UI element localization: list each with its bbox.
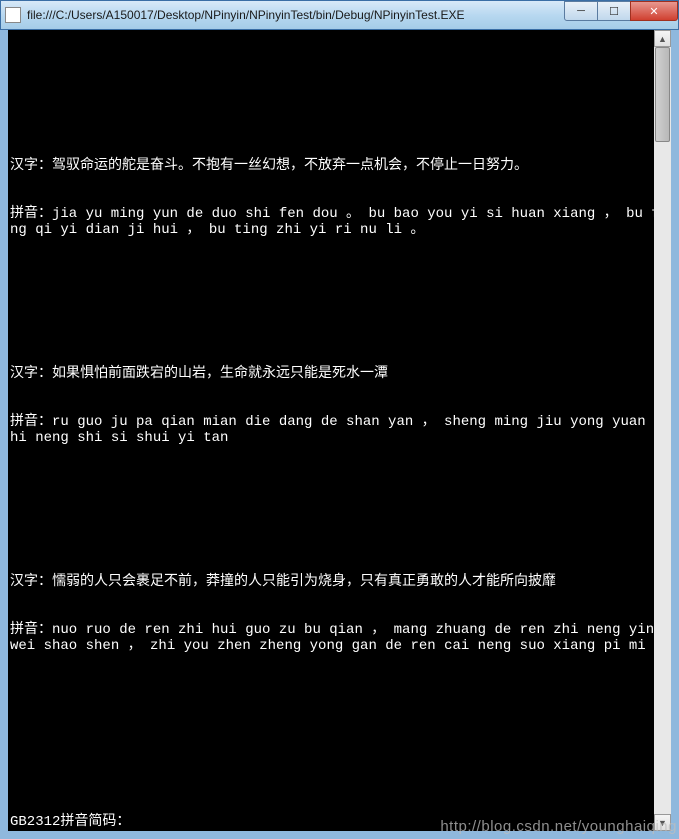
app-icon (5, 7, 21, 23)
scroll-track[interactable] (654, 47, 671, 814)
pinyin-line: 拼音：nuo ruo de ren zhi hui guo zu bu qian… (10, 622, 669, 654)
hanzi-line: 汉字：懦弱的人只会裹足不前，莽撞的人只能引为烧身，只有真正勇敢的人才能所向披靡 (10, 574, 669, 590)
window-controls: ─ ☐ ✕ (565, 1, 678, 21)
maximize-button[interactable]: ☐ (597, 1, 631, 21)
sentence-block: 汉字：懦弱的人只会裹足不前，莽撞的人只能引为烧身，只有真正勇敢的人才能所向披靡 … (10, 542, 669, 686)
scroll-down-button[interactable]: ▼ (654, 814, 671, 831)
pinyin-text: nuo ruo de ren zhi hui guo zu bu qian ， … (10, 622, 663, 654)
window-titlebar: file:///C:/Users/A150017/Desktop/NPinyin… (0, 0, 679, 30)
pinyin-label: 拼音： (10, 622, 52, 638)
pinyin-line: 拼音：jia yu ming yun de duo shi fen dou 。 … (10, 206, 669, 238)
pinyin-label: 拼音： (10, 414, 52, 430)
pinyin-line: 拼音：ru guo ju pa qian mian die dang de sh… (10, 414, 669, 446)
close-button[interactable]: ✕ (630, 1, 678, 21)
sentence-block: 汉字：如果惧怕前面跌宕的山岩，生命就永远只能是死水一潭 拼音：ru guo ju… (10, 334, 669, 478)
hanzi-label: 汉字： (10, 574, 52, 590)
hanzi-text: 驾驭命运的舵是奋斗。不抱有一丝幻想，不放弃一点机会，不停止一日努力。 (52, 158, 528, 174)
hanzi-label: 汉字： (10, 158, 52, 174)
minimize-button[interactable]: ─ (564, 1, 598, 21)
scroll-thumb[interactable] (655, 47, 670, 142)
sentence-block: 汉字：驾驭命运的舵是奋斗。不抱有一丝幻想，不放弃一点机会，不停止一日努力。 拼音… (10, 126, 669, 270)
console-area: 汉字：驾驭命运的舵是奋斗。不抱有一丝幻想，不放弃一点机会，不停止一日努力。 拼音… (8, 30, 671, 831)
pinyin-text: ru guo ju pa qian mian die dang de shan … (10, 414, 663, 446)
hanzi-text: 如果惧怕前面跌宕的山岩，生命就永远只能是死水一潭 (52, 366, 388, 382)
hanzi-label: 汉字： (10, 366, 52, 382)
hanzi-text: 懦弱的人只会裹足不前，莽撞的人只能引为烧身，只有真正勇敢的人才能所向披靡 (52, 574, 556, 590)
pinyin-label: 拼音： (10, 206, 52, 222)
window-frame: 汉字：驾驭命运的舵是奋斗。不抱有一丝幻想，不放弃一点机会，不停止一日努力。 拼音… (0, 30, 679, 839)
hanzi-line: 汉字：如果惧怕前面跌宕的山岩，生命就永远只能是死水一潭 (10, 366, 669, 382)
vertical-scrollbar[interactable]: ▲ ▼ (654, 30, 671, 831)
pinyin-text: jia yu ming yun de duo shi fen dou 。 bu … (10, 206, 668, 238)
section-header: GB2312拼音简码： (10, 814, 669, 830)
hanzi-line: 汉字：驾驭命运的舵是奋斗。不抱有一丝幻想，不放弃一点机会，不停止一日努力。 (10, 158, 669, 174)
scroll-up-button[interactable]: ▲ (654, 30, 671, 47)
